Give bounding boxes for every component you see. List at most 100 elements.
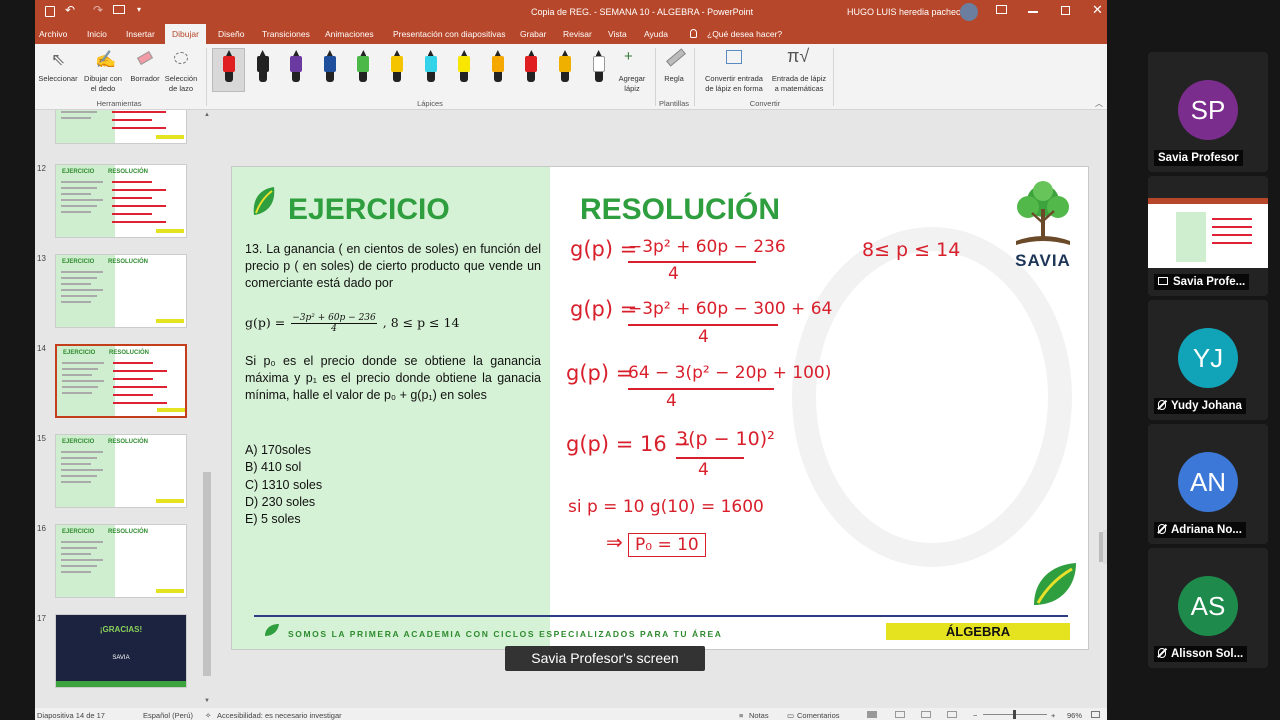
tab-animaciones[interactable]: Animaciones [325, 29, 374, 39]
thumbnail-footer [156, 589, 184, 593]
pen-body [223, 56, 235, 72]
fit-slide-icon[interactable] [1091, 711, 1100, 718]
accessibility-status[interactable]: Accesibilidad: es necesario investigar [217, 711, 342, 720]
pen-3[interactable] [290, 50, 303, 84]
pen-grip [292, 72, 301, 82]
pen-6[interactable] [391, 50, 403, 84]
slideshow-view-icon[interactable] [947, 711, 957, 718]
tab-ayuda[interactable]: Ayuda [644, 29, 668, 39]
select-button[interactable]: Seleccionar [36, 74, 80, 84]
pen-2[interactable] [256, 50, 269, 84]
ribbon-draw: ⇖ Seleccionar ✍ Dibujar con el dedo Borra… [35, 44, 1107, 110]
participants-dock-scrollbar[interactable] [1103, 530, 1107, 564]
tab-presentacion[interactable]: Presentación con diapositivas [393, 29, 505, 39]
participant-name: Yudy Johana [1154, 398, 1246, 414]
comments-button[interactable]: Comentarios [797, 711, 840, 720]
save-icon[interactable] [45, 6, 55, 17]
tab-transiciones[interactable]: Transiciones [262, 29, 310, 39]
slide-thumbnail[interactable]: EJERCICIO RESOLUCIÓN [55, 164, 187, 238]
tab-revisar[interactable]: Revisar [563, 29, 592, 39]
shared-screen-preview [1148, 198, 1268, 268]
pen-4[interactable] [323, 50, 336, 84]
thumbnail-scrollbar[interactable]: ▲ ▼ [201, 110, 213, 708]
close-icon[interactable]: ✕ [1092, 2, 1103, 18]
pen-12[interactable] [592, 50, 605, 84]
zoom-out-button[interactable]: − [973, 711, 977, 720]
thumbnail-text-line [61, 475, 97, 477]
maximize-icon[interactable] [1061, 6, 1070, 15]
tab-insertar[interactable]: Insertar [126, 29, 155, 39]
reading-view-icon[interactable] [921, 711, 931, 718]
screen-share-icon [1158, 277, 1168, 285]
draw-with-finger-button[interactable]: Dibujar con el dedo [81, 74, 125, 94]
pen-7[interactable] [424, 50, 437, 84]
ribbon-display-icon[interactable] [996, 5, 1007, 14]
eraser-button[interactable]: Borrador [125, 74, 165, 84]
pen-1[interactable] [223, 50, 235, 84]
pen-10[interactable] [525, 50, 538, 84]
participant-tile[interactable]: AN Adriana No... [1148, 424, 1268, 544]
slide-thumbnail[interactable]: ¡GRACIAS! SAVIA [55, 614, 187, 688]
user-name[interactable]: HUGO LUIS heredia pacheco [847, 7, 966, 17]
tab-diseno[interactable]: Diseño [218, 29, 244, 39]
lasso-select-button[interactable]: Selección de lazo [161, 74, 201, 94]
participant-tile[interactable]: YJ Yudy Johana [1148, 300, 1268, 420]
tab-archivo[interactable]: Archivo [39, 29, 67, 39]
participant-tile[interactable]: Savia Profe... [1148, 176, 1268, 296]
thumbnail-text-line [61, 271, 103, 273]
notes-button[interactable]: Notas [749, 711, 769, 720]
zoom-level[interactable]: 96% [1067, 711, 1082, 720]
participant-tile[interactable]: AS Alisson Sol... [1148, 548, 1268, 668]
zoom-in-button[interactable]: + [1051, 711, 1055, 720]
tell-me-search[interactable]: ¿Qué desea hacer? [707, 29, 782, 39]
answer-options: A) 170soles B) 410 sol C) 1310 soles D) … [245, 442, 322, 528]
slide-thumbnail[interactable]: EJERCICIO RESOLUCIÓN [55, 434, 187, 508]
tab-dibujar[interactable]: Dibujar [165, 24, 206, 44]
pen-grip [594, 72, 603, 82]
slide-canvas[interactable]: EJERCICIO RESOLUCIÓN SAVIA 13. La gananc… [231, 166, 1089, 650]
comments-icon[interactable]: ▭ [787, 711, 794, 720]
thumbnail-text-line [61, 295, 97, 297]
slide-thumbnail[interactable] [55, 110, 187, 144]
participant-name-text: Alisson Sol... [1171, 648, 1244, 660]
tab-inicio[interactable]: Inicio [87, 29, 107, 39]
ink-to-shape-button[interactable]: Convertir entrada de lápiz en forma [699, 74, 769, 94]
language-indicator[interactable]: Español (Perú) [143, 711, 193, 720]
pen-9[interactable] [491, 50, 504, 84]
scroll-down-icon[interactable]: ▼ [204, 698, 210, 704]
pen-8[interactable] [458, 50, 471, 84]
exercise-panel [232, 167, 550, 649]
pen-5[interactable] [357, 50, 370, 84]
ruler-button[interactable]: Regla [659, 74, 689, 84]
participant-tile[interactable]: SP Savia Profesor [1148, 52, 1268, 172]
collapse-ribbon-icon[interactable]: ︿ [1095, 98, 1103, 109]
pen-body [525, 56, 538, 72]
user-avatar[interactable] [960, 3, 978, 21]
normal-view-icon[interactable] [867, 711, 877, 718]
present-icon[interactable] [113, 5, 125, 14]
thumbnail-number: 16 [37, 524, 46, 533]
slide-editor-scrollbar[interactable] [1098, 110, 1107, 708]
customize-qat-icon[interactable]: ▾ [137, 5, 141, 14]
tab-vista[interactable]: Vista [608, 29, 627, 39]
zoom-slider-thumb[interactable] [1013, 710, 1016, 719]
tab-grabar[interactable]: Grabar [520, 29, 546, 39]
slide-thumbnail[interactable]: EJERCICIO RESOLUCIÓN [55, 524, 187, 598]
slide-thumbnail[interactable]: EJERCICIO RESOLUCIÓN [55, 344, 187, 418]
status-bar: Diapositiva 14 de 17 Español (Perú) ✧ Ac… [35, 708, 1107, 720]
notes-icon[interactable]: ≡ [739, 711, 743, 720]
slide-thumbnail[interactable]: EJERCICIO RESOLUCIÓN [55, 254, 187, 328]
muted-mic-icon [1158, 400, 1166, 410]
ink-to-math-button[interactable]: Entrada de lápiz a matemáticas [767, 74, 831, 94]
thumbnail-title-left: EJERCICIO [62, 259, 95, 265]
sorter-view-icon[interactable] [895, 711, 905, 718]
add-pen-button[interactable]: Agregar lápiz [613, 74, 651, 94]
pen-11[interactable] [559, 50, 571, 84]
scroll-up-icon[interactable]: ▲ [204, 112, 210, 118]
minimize-icon[interactable] [1028, 11, 1038, 13]
scroll-thumb[interactable] [203, 472, 211, 676]
thumbnail-ink-line [112, 221, 166, 223]
redo-icon[interactable]: ↷ [93, 3, 103, 17]
accessibility-icon[interactable]: ✧ [205, 711, 211, 720]
undo-icon[interactable]: ↶ [65, 3, 75, 17]
